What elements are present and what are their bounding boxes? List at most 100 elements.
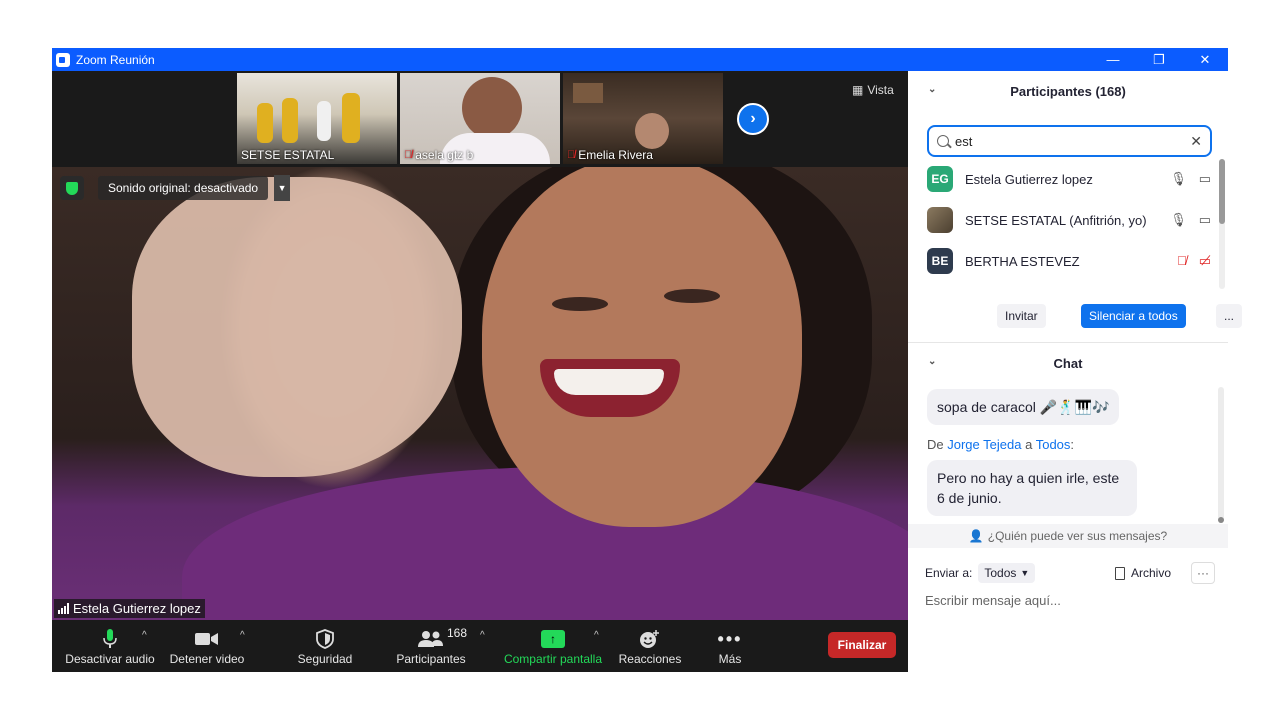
participant-count: 168 bbox=[447, 626, 468, 640]
participants-title: Participantes (168) bbox=[1010, 83, 1126, 99]
chat-message: sopa de caracol 🎤🕺🎹🎶 bbox=[927, 389, 1120, 425]
video-camera-icon bbox=[195, 626, 219, 652]
stop-video-label: Detener video bbox=[169, 652, 245, 666]
mic-muted-icon: 🎙̸ bbox=[404, 149, 413, 161]
video-subject-hand bbox=[132, 177, 462, 477]
video-camera-icon[interactable]: ▭ bbox=[1199, 171, 1211, 187]
microphone-icon[interactable]: 🎙 bbox=[1170, 171, 1187, 187]
search-value: est bbox=[955, 133, 973, 149]
file-button[interactable]: Archivo bbox=[1114, 566, 1171, 580]
zoom-logo-icon bbox=[56, 52, 70, 67]
send-to-select[interactable]: Todos ▼ bbox=[978, 563, 1036, 583]
participants-header: ⌄ Participantes (168) bbox=[908, 71, 1228, 111]
active-speaker-video: Sonido original: desactivado ▼ Estela Gu… bbox=[52, 167, 908, 620]
participant-row[interactable]: EG Estela Gutierrez lopez 🎙 ▭ bbox=[927, 164, 1211, 194]
chat-scrollbar[interactable] bbox=[1218, 387, 1224, 523]
thumbnail-name: 🎙̸ asela gtz b bbox=[404, 148, 474, 162]
thumbnail-name: 🎙̸ Emelia Rivera bbox=[567, 148, 653, 162]
microphone-muted-icon[interactable]: 🎙̸ bbox=[1177, 253, 1187, 269]
security-label: Seguridad bbox=[297, 652, 353, 666]
video-subject-eye bbox=[664, 289, 720, 303]
view-label: Vista bbox=[867, 83, 894, 97]
video-subject-eye bbox=[552, 297, 608, 311]
chat-message-sender: De Jorge Tejeda a Todos: bbox=[927, 437, 1075, 452]
thumbnail-tile[interactable]: SETSE ESTATAL bbox=[237, 73, 397, 164]
mute-all-button[interactable]: Silenciar a todos bbox=[1081, 304, 1186, 328]
invite-button[interactable]: Invitar bbox=[997, 304, 1046, 328]
share-options-chevron-icon[interactable]: ^ bbox=[594, 630, 599, 641]
video-subject-face bbox=[482, 167, 802, 527]
close-button[interactable]: ✕ bbox=[1182, 48, 1228, 71]
send-to-label: Enviar a: bbox=[925, 566, 973, 580]
sender-name[interactable]: Jorge Tejeda bbox=[947, 437, 1021, 452]
video-off-icon[interactable]: ▭̸ bbox=[1199, 253, 1211, 269]
mute-audio-label: Desactivar audio bbox=[65, 652, 155, 666]
video-camera-icon[interactable]: ▭ bbox=[1199, 212, 1211, 228]
shield-icon bbox=[316, 626, 334, 652]
minimize-button[interactable]: — bbox=[1090, 48, 1136, 71]
thumbnail-strip: SETSE ESTATAL 🎙̸ asela gtz b 🎙̸ Emelia Riv… bbox=[52, 71, 908, 167]
zoom-window: Zoom Reunión — ❐ ✕ SETSE ESTATAL 🎙̸ asela… bbox=[52, 48, 1242, 672]
participant-name: BERTHA ESTEVEZ bbox=[965, 253, 1080, 269]
participants-options-chevron-icon[interactable]: ^ bbox=[480, 630, 485, 641]
thumbnail-name: SETSE ESTATAL bbox=[241, 148, 335, 162]
video-area: SETSE ESTATAL 🎙̸ asela gtz b 🎙̸ Emelia Riv… bbox=[52, 71, 908, 620]
chat-header: ⌄ Chat bbox=[908, 343, 1228, 383]
video-options-chevron-icon[interactable]: ^ bbox=[240, 630, 245, 641]
send-to-row: Enviar a: Todos ▼ Archivo ··· bbox=[925, 561, 1215, 585]
more-label: Más bbox=[718, 652, 742, 666]
chat-title: Chat bbox=[1053, 355, 1083, 371]
share-screen-button[interactable]: ↑ Compartir pantalla bbox=[502, 620, 604, 672]
chat-message: Pero no hay a quien irle, este 6 de juni… bbox=[927, 460, 1137, 516]
emoji-plus-icon bbox=[639, 626, 661, 652]
recipient-name[interactable]: Todos bbox=[1036, 437, 1071, 452]
share-screen-label: Compartir pantalla bbox=[503, 652, 603, 666]
avatar: EG bbox=[927, 166, 953, 192]
file-icon bbox=[1114, 566, 1125, 580]
person-lock-icon: 👤 bbox=[968, 529, 984, 543]
avatar bbox=[927, 207, 953, 233]
chat-more-button[interactable]: ··· bbox=[1191, 562, 1215, 584]
next-page-button[interactable]: › bbox=[737, 103, 769, 135]
reactions-button[interactable]: Reacciones bbox=[616, 620, 684, 672]
thumbnail-tile[interactable]: 🎙̸ asela gtz b bbox=[400, 73, 560, 164]
chevron-down-icon[interactable]: ⌄ bbox=[928, 84, 936, 95]
end-meeting-button[interactable]: Finalizar bbox=[828, 632, 896, 658]
chevron-down-icon[interactable]: ▼ bbox=[274, 175, 291, 201]
participant-name: Estela Gutierrez lopez bbox=[965, 171, 1093, 187]
thumbnail-tile[interactable]: 🎙̸ Emelia Rivera bbox=[563, 73, 723, 164]
chevron-right-icon: › bbox=[750, 110, 756, 127]
meeting-toolbar: Desactivar audio ^ Detener video ^ Segur… bbox=[52, 620, 908, 672]
speaker-name: Estela Gutierrez lopez bbox=[73, 601, 201, 616]
chat-message-input[interactable]: Escribir mensaje aquí... bbox=[925, 593, 1215, 613]
security-button[interactable]: Seguridad bbox=[292, 620, 358, 672]
more-dots-icon: ••• bbox=[717, 628, 743, 649]
participant-actions: Invitar Silenciar a todos ... bbox=[908, 304, 1242, 330]
clear-search-icon[interactable]: ✕ bbox=[1190, 133, 1202, 150]
participant-row[interactable]: SETSE ESTATAL (Anfitrión, yo) 🎙 ▭ bbox=[927, 205, 1211, 235]
original-sound-status[interactable]: Sonido original: desactivado bbox=[98, 176, 269, 200]
encryption-shield-icon[interactable] bbox=[60, 176, 84, 200]
side-panel: ⌄ Participantes (168) est ✕ EG Estela Gu… bbox=[908, 71, 1242, 672]
avatar: BE bbox=[927, 248, 953, 274]
chevron-down-icon[interactable]: ⌄ bbox=[928, 356, 936, 367]
who-can-see-messages[interactable]: 👤 ¿Quién puede ver sus mensajes? bbox=[908, 524, 1228, 548]
microphone-icon[interactable]: 🎙 bbox=[1170, 212, 1187, 228]
mic-muted-icon: 🎙̸ bbox=[567, 149, 576, 161]
audio-options-chevron-icon[interactable]: ^ bbox=[142, 630, 147, 641]
participant-search-input[interactable]: est ✕ bbox=[927, 125, 1212, 157]
original-sound-control: Sonido original: desactivado ▼ bbox=[60, 175, 291, 201]
restore-button[interactable]: ❐ bbox=[1136, 48, 1182, 71]
view-button[interactable]: ▦ Vista bbox=[852, 83, 894, 97]
more-button[interactable]: ••• Más bbox=[704, 620, 756, 672]
participants-scrollbar[interactable] bbox=[1219, 159, 1225, 289]
stop-video-button[interactable]: Detener video bbox=[164, 620, 250, 672]
participants-more-button[interactable]: ... bbox=[1215, 304, 1242, 328]
window-title: Zoom Reunión bbox=[76, 52, 155, 67]
people-icon bbox=[418, 626, 444, 652]
mute-audio-button[interactable]: Desactivar audio bbox=[60, 620, 160, 672]
window-controls: — ❐ ✕ bbox=[1090, 48, 1228, 71]
reactions-label: Reacciones bbox=[618, 652, 682, 666]
video-subject-teeth bbox=[554, 369, 664, 395]
participant-row[interactable]: BE BERTHA ESTEVEZ 🎙̸ ▭̸ bbox=[927, 246, 1211, 276]
